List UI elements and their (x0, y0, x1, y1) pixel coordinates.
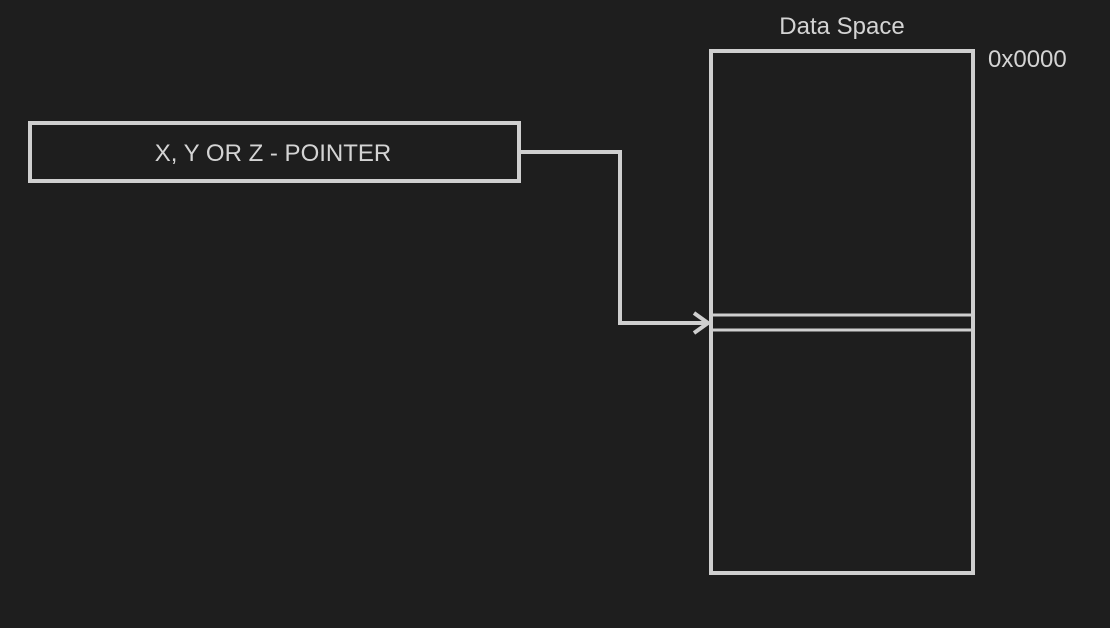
pointer-diagram: X, Y OR Z - POINTER Data Space 0x0000 (28, 13, 1067, 575)
diagram-canvas: X, Y OR Z - POINTER Data Space 0x0000 (0, 0, 1110, 628)
data-space-block (709, 49, 975, 575)
data-space-title: Data Space (779, 13, 904, 40)
pointer-register-label: X, Y OR Z - POINTER (155, 140, 391, 167)
start-address-label: 0x0000 (988, 46, 1067, 73)
pointer-connector-line (519, 150, 705, 325)
